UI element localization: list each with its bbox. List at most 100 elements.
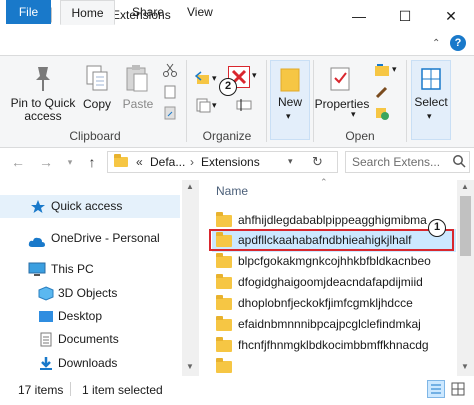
breadcrumb-overflow[interactable]: «: [136, 155, 143, 169]
open-folder-icon[interactable]: [374, 62, 390, 78]
delete-dropdown-icon[interactable]: ▾: [252, 70, 257, 81]
new-label: New: [277, 95, 302, 109]
copy-path-icon[interactable]: [162, 84, 178, 100]
highlight-box: [209, 229, 454, 251]
move-to-dropdown-icon[interactable]: ▾: [212, 73, 217, 84]
history-icon[interactable]: [374, 105, 390, 121]
large-icons-view-icon[interactable]: [450, 381, 466, 397]
list-item[interactable]: dfogidghaigoomjdeacndafapdijmiid: [212, 271, 456, 294]
ribbon-separator: [266, 60, 267, 142]
close-button[interactable]: ✕: [428, 0, 474, 32]
breadcrumb-separator[interactable]: ›: [190, 155, 194, 169]
item-count: 17 items: [18, 383, 64, 397]
search-input[interactable]: Search Extens...: [345, 151, 470, 173]
scroll-up-icon[interactable]: ▲: [461, 182, 469, 191]
tab-view[interactable]: View: [177, 0, 223, 24]
paste-shortcut-icon[interactable]: [162, 105, 178, 121]
edit-icon[interactable]: [374, 84, 390, 100]
file-name: dhoplobnfjeckokfjimfcgmkljhdcce: [238, 296, 413, 310]
copy-icon[interactable]: [84, 64, 110, 94]
folder-icon: [216, 295, 232, 311]
minimize-button[interactable]: —: [336, 0, 382, 32]
forward-arrow-icon[interactable]: →: [36, 151, 56, 173]
copy-button[interactable]: Copy: [80, 97, 114, 111]
breadcrumb-segment-extensions[interactable]: Extensions: [201, 155, 260, 169]
breadcrumb-segment-default[interactable]: Defa...: [150, 155, 185, 169]
select-label: Select: [414, 95, 448, 109]
folder-icon: [216, 253, 232, 269]
file-list-scrollbar[interactable]: ▲ ▼: [457, 180, 474, 376]
nav-item-desktop[interactable]: Desktop: [0, 305, 180, 328]
nav-label: This PC: [51, 262, 94, 276]
new-dropdown-icon: ▾: [286, 111, 291, 121]
nav-item-this-pc[interactable]: This PC: [0, 258, 180, 281]
nav-scrollbar[interactable]: ▲ ▼: [182, 180, 199, 376]
open-dropdown-icon[interactable]: ▾: [392, 64, 397, 75]
scroll-thumb[interactable]: [460, 196, 471, 256]
scroll-down-icon[interactable]: ▼: [461, 362, 469, 371]
up-arrow-icon[interactable]: ↑: [82, 151, 102, 173]
list-item[interactable]: efaidnbmnnnibpcajpcglclefindmkaj: [212, 313, 456, 336]
nav-item-quick-access[interactable]: Quick access: [0, 195, 180, 218]
address-bar[interactable]: « Defa... › Extensions ▾ ↻: [107, 151, 338, 173]
folder-icon: [216, 358, 232, 373]
folder-icon: [216, 316, 232, 332]
cube-icon: [38, 286, 54, 301]
nav-label: Downloads: [58, 356, 118, 370]
maximize-button[interactable]: ☐: [382, 0, 428, 32]
pin-to-quick-access-button[interactable]: Pin to Quick access: [4, 97, 82, 123]
nav-item-documents[interactable]: Documents: [0, 328, 180, 351]
select-button[interactable]: Select ▾: [411, 60, 451, 140]
nav-label: Quick access: [51, 199, 123, 213]
search-icon[interactable]: [452, 154, 466, 171]
open-group-label: Open: [345, 129, 375, 143]
folder-icon: [216, 212, 232, 228]
move-to-icon[interactable]: [194, 70, 211, 86]
file-name: efaidnbmnnnibpcajpcglclefindmkaj: [238, 317, 421, 331]
file-name: blpcfgokakmgnkcojhhkbfbldkacnbeo: [238, 254, 431, 268]
list-item[interactable]: fhcnfjfhnmgklbdkocimbbmffkhnacdg: [212, 334, 456, 357]
nav-item-downloads[interactable]: Downloads: [0, 352, 180, 375]
scroll-up-icon[interactable]: ▲: [186, 182, 194, 191]
column-header-name[interactable]: Name: [216, 184, 248, 198]
select-dropdown-icon: ▾: [427, 111, 432, 121]
tab-share[interactable]: Share: [122, 0, 174, 24]
cut-icon[interactable]: [162, 62, 178, 78]
tab-home[interactable]: Home: [60, 0, 115, 25]
folder-icon: [216, 337, 232, 353]
nav-item-onedrive[interactable]: OneDrive - Personal: [0, 227, 180, 250]
nav-item-3d-objects[interactable]: 3D Objects: [0, 282, 180, 305]
tab-file[interactable]: File: [6, 0, 51, 24]
cloud-icon: [28, 233, 45, 248]
list-item[interactable]: [212, 355, 456, 373]
list-item[interactable]: dhoplobnfjeckokfjimfcgmkljhdcce: [212, 292, 456, 315]
pin-icon[interactable]: [30, 64, 56, 94]
downloads-icon: [38, 356, 54, 371]
details-view-icon[interactable]: [427, 380, 445, 398]
ribbon-separator: [406, 60, 407, 142]
address-folder-icon: [114, 154, 128, 168]
collapse-ribbon-icon[interactable]: ⌃: [432, 38, 440, 49]
refresh-icon[interactable]: ↻: [312, 154, 323, 170]
selection-count: 1 item selected: [82, 383, 163, 397]
file-name: fhcnfjfhnmgklbdkocimbbmffkhnacdg: [238, 338, 429, 352]
new-button[interactable]: New ▾: [270, 60, 310, 140]
properties-icon[interactable]: [327, 64, 353, 94]
copy-to-icon[interactable]: [195, 97, 211, 113]
status-divider: [70, 382, 71, 396]
paste-icon[interactable]: [124, 64, 150, 94]
paste-button[interactable]: Paste: [120, 97, 156, 111]
properties-button[interactable]: Properties: [314, 97, 370, 111]
address-dropdown-icon[interactable]: ▾: [288, 156, 293, 167]
rename-icon[interactable]: [236, 97, 252, 113]
desktop-icon: [38, 309, 54, 324]
properties-dropdown-icon[interactable]: ▾: [351, 109, 356, 120]
back-arrow-icon[interactable]: ←: [8, 151, 28, 173]
clipboard-group-label: Clipboard: [69, 129, 121, 143]
recent-locations-icon[interactable]: ▾: [60, 151, 80, 173]
scroll-down-icon[interactable]: ▼: [186, 362, 194, 371]
help-icon[interactable]: ?: [450, 35, 466, 51]
pin-label-line2: access: [24, 109, 62, 123]
list-item[interactable]: blpcfgokakmgnkcojhhkbfbldkacnbeo: [212, 250, 456, 273]
copy-to-dropdown-icon[interactable]: ▾: [212, 100, 217, 111]
